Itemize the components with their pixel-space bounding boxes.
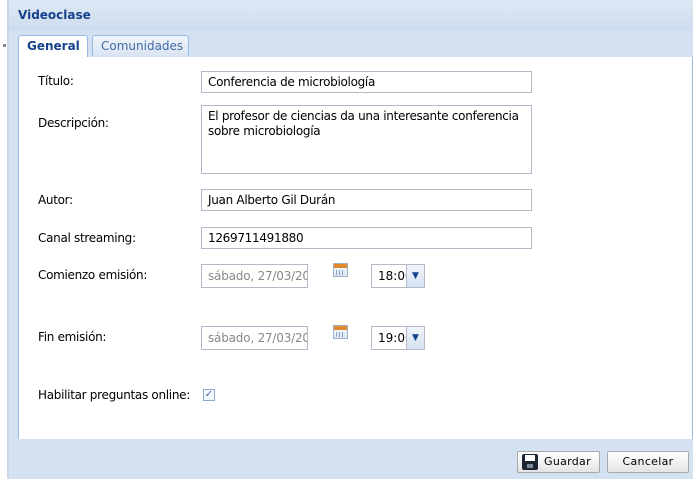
- calendar-icon-grid: [336, 332, 345, 337]
- videoclase-window: Videoclase General Comunidades Título: C…: [9, 0, 693, 479]
- calendar-icon-header: [334, 326, 347, 330]
- floppy-disk-shutter: [525, 455, 535, 461]
- titulo-input[interactable]: Conferencia de microbiología: [201, 71, 532, 93]
- descripcion-textarea[interactable]: El profesor de ciencias da una interesan…: [201, 105, 532, 174]
- autor-label: Autor:: [38, 193, 73, 207]
- floppy-disk-icon: [522, 454, 538, 470]
- save-button-label: Guardar: [544, 455, 591, 468]
- floppy-disk-label: [527, 464, 533, 468]
- habilitar-preguntas-checkbox[interactable]: ✓: [203, 389, 215, 401]
- chevron-down-icon[interactable]: ▼: [406, 327, 424, 349]
- comienzo-time-select[interactable]: 18:00 ▼: [371, 264, 425, 288]
- calendar-icon[interactable]: [333, 325, 348, 339]
- calendar-icon-grid: [336, 270, 345, 275]
- cancel-button[interactable]: Cancelar: [607, 451, 689, 473]
- titulo-label: Título:: [38, 74, 74, 88]
- tab-comunidades[interactable]: Comunidades: [92, 35, 189, 56]
- calendar-icon[interactable]: [333, 263, 348, 277]
- window-titlebar[interactable]: Videoclase: [9, 0, 693, 30]
- window-title: Videoclase: [18, 8, 91, 22]
- save-button[interactable]: Guardar: [517, 451, 600, 473]
- habilitar-preguntas-label: Habilitar preguntas online:: [38, 388, 190, 402]
- left-edge-strip: [0, 0, 9, 479]
- fin-date-input[interactable]: sábado, 27/03/20: [201, 326, 308, 350]
- canal-streaming-input[interactable]: 1269711491880: [201, 227, 532, 249]
- button-bar: Guardar Cancelar: [9, 439, 693, 479]
- descripcion-label: Descripción:: [38, 116, 109, 130]
- calendar-icon-header: [334, 264, 347, 268]
- autor-input[interactable]: Juan Alberto Gil Durán: [201, 189, 532, 211]
- chevron-down-icon[interactable]: ▼: [406, 265, 424, 287]
- comienzo-date-input[interactable]: sábado, 27/03/20: [201, 264, 308, 288]
- tab-bar: General Comunidades: [18, 33, 693, 58]
- checkmark-icon: ✓: [204, 389, 214, 400]
- general-form-panel: Título: Conferencia de microbiología Des…: [18, 57, 693, 439]
- left-edge-marker: [3, 44, 6, 47]
- tab-general[interactable]: General: [18, 35, 88, 57]
- fin-time-select[interactable]: 19:00 ▼: [371, 326, 425, 350]
- canal-streaming-label: Canal streaming:: [38, 231, 136, 245]
- comienzo-emision-label: Comienzo emisión:: [38, 268, 148, 282]
- fin-emision-label: Fin emisión:: [38, 330, 107, 344]
